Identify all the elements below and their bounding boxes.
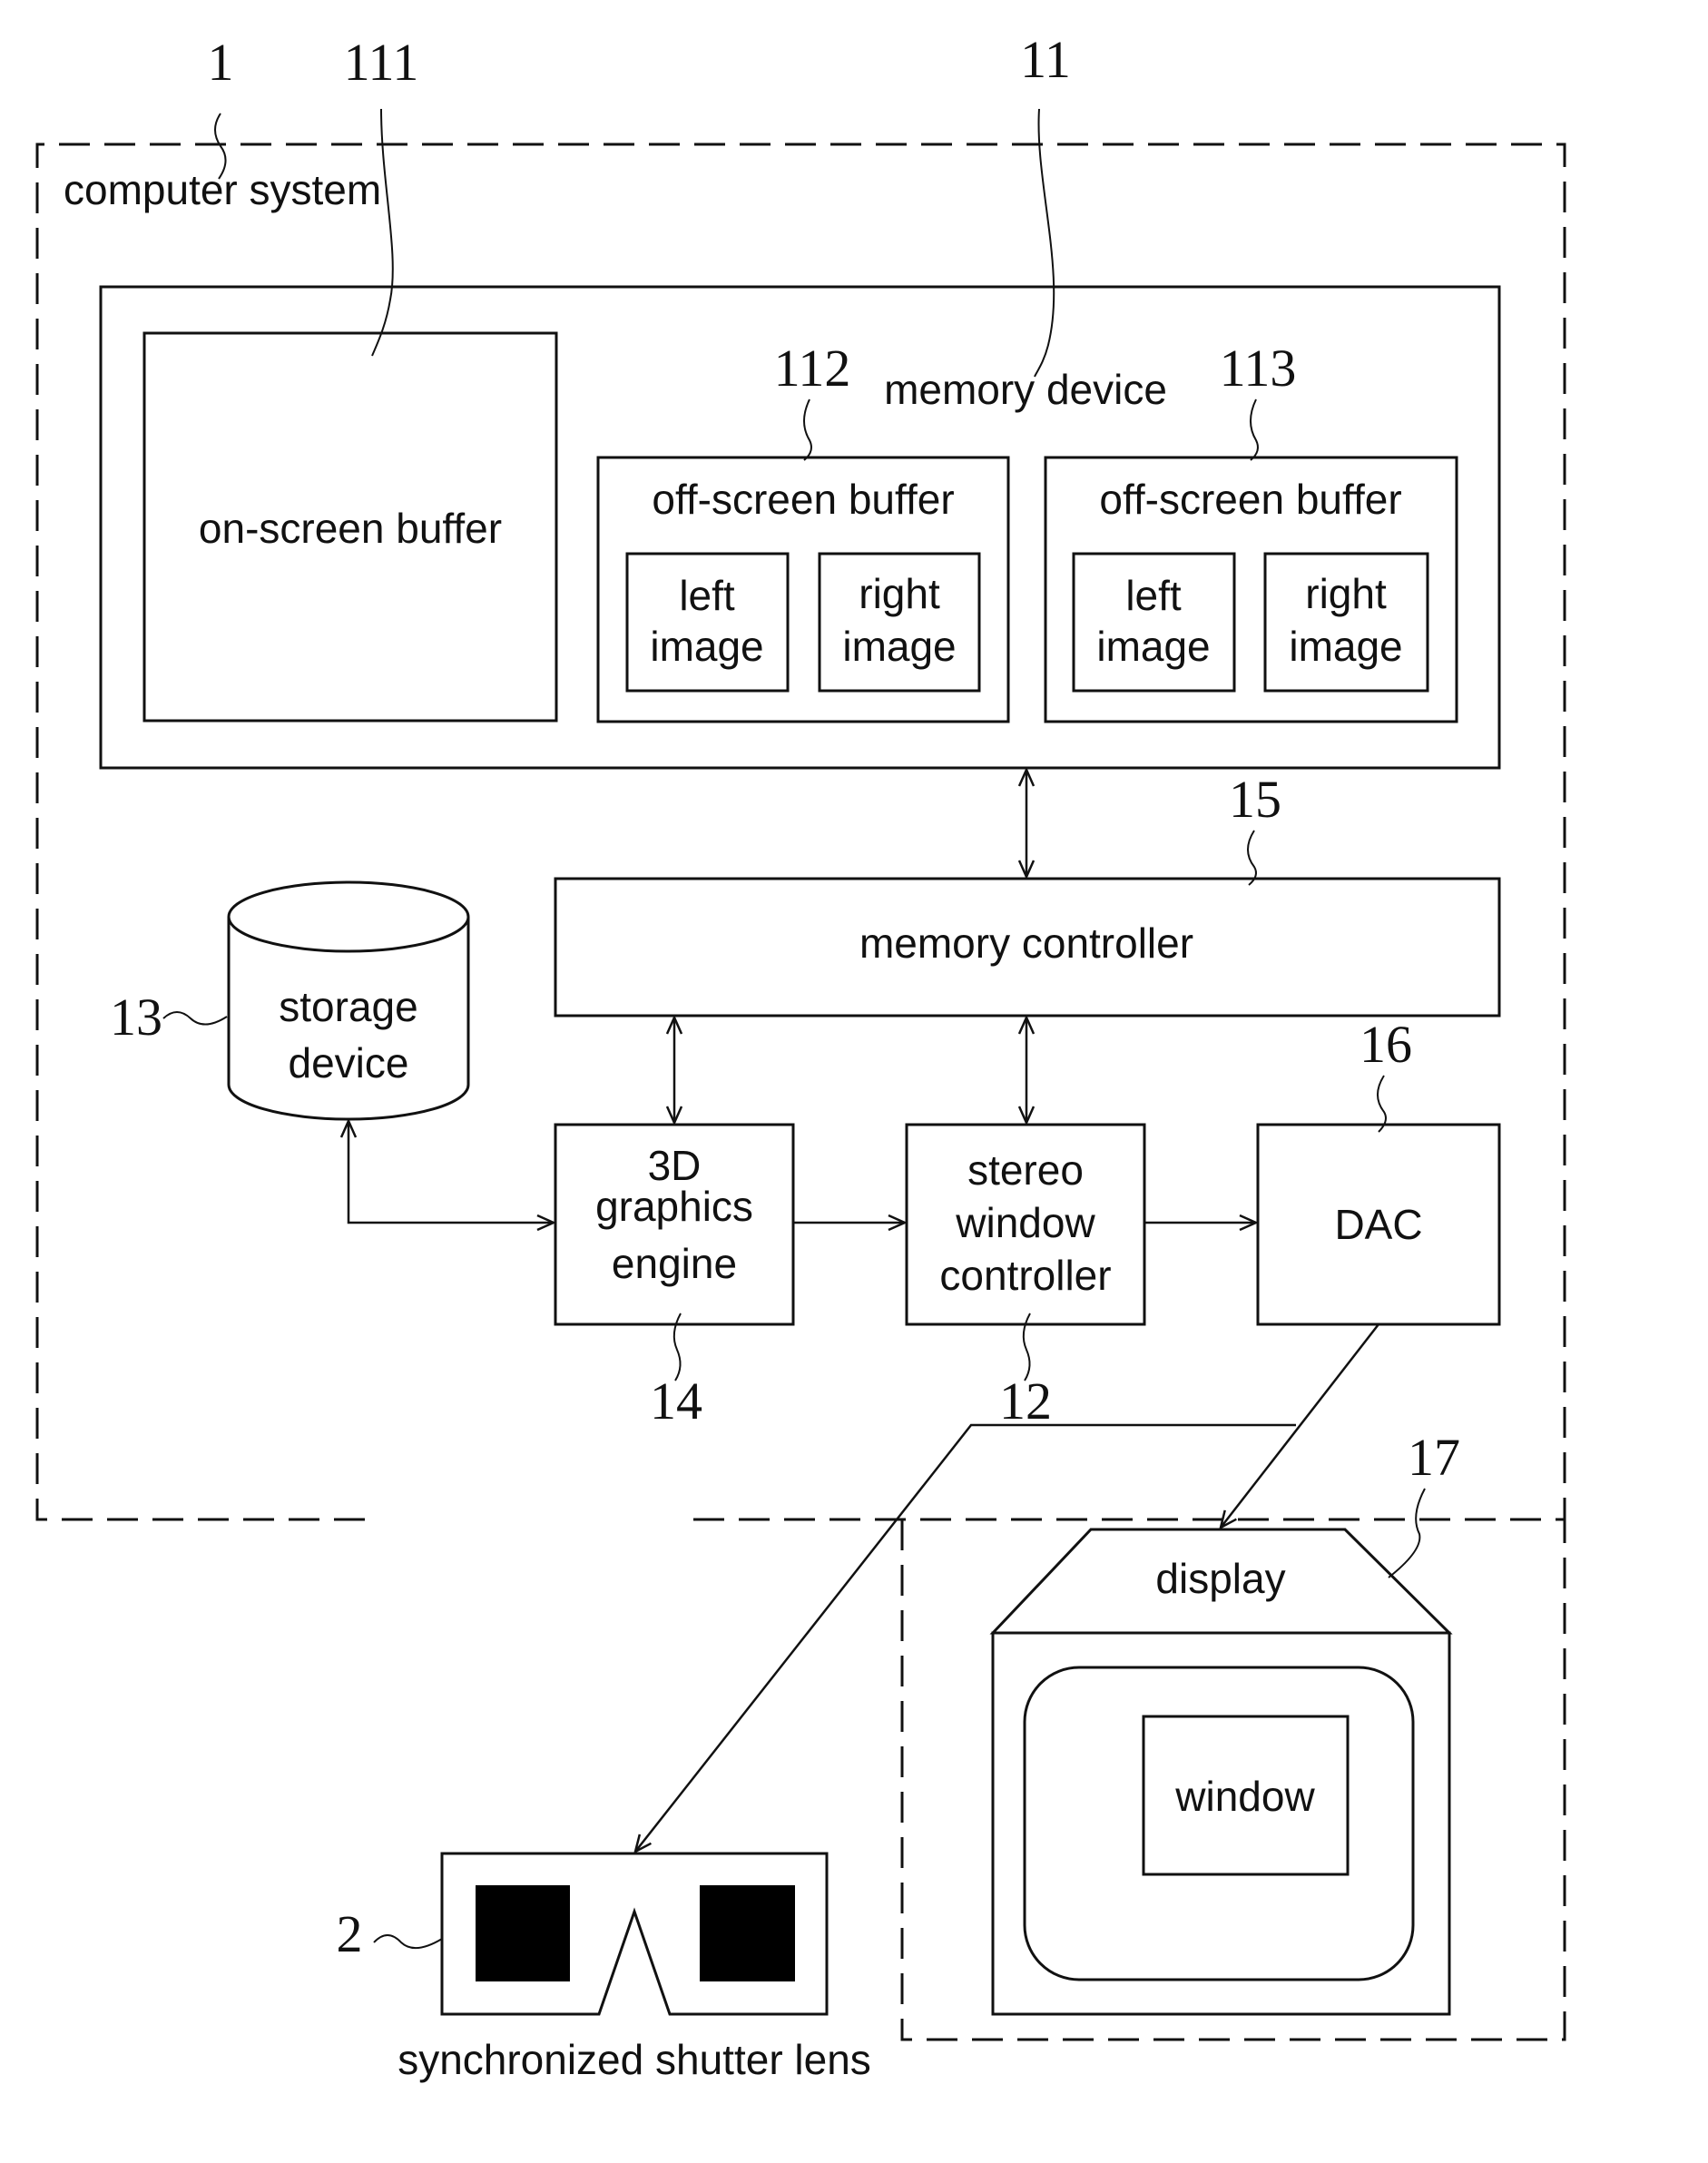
ref-number-1: 1: [208, 33, 234, 92]
dac-label: DAC: [1334, 1201, 1422, 1248]
leader-line-17: [1388, 1488, 1426, 1578]
dac-block: DAC: [1256, 1123, 1501, 1326]
right-lens: [700, 1885, 795, 1981]
off-screen-buffer-112-label: off-screen buffer: [652, 476, 954, 523]
leader-line-2: [373, 1934, 443, 1949]
stereo-window-controller-line1: stereo: [967, 1146, 1084, 1194]
left-image-112-line1: left: [679, 572, 735, 619]
ref-number-111: 111: [344, 33, 419, 92]
ref-number-13: 13: [110, 988, 162, 1047]
left-image-113-line1: left: [1125, 572, 1182, 619]
off-screen-buffer-113-label: off-screen buffer: [1099, 476, 1401, 523]
ref-number-16: 16: [1360, 1015, 1412, 1074]
ref-number-17: 17: [1408, 1428, 1460, 1487]
leader-line-13: [162, 1011, 228, 1026]
ref-number-15: 15: [1229, 770, 1281, 829]
display-block: window display: [989, 1528, 1453, 2016]
leader-line-15: [1247, 830, 1257, 886]
left-image-112-line2: image: [650, 623, 763, 670]
left-image-113-line2: image: [1096, 623, 1210, 670]
block-diagram: 1 computer system memory device 11 on-sc…: [35, 30, 1566, 2083]
memory-controller-block: memory controller: [554, 877, 1501, 1018]
memory-controller-label: memory controller: [859, 919, 1193, 967]
display-label: display: [1155, 1555, 1285, 1602]
shutter-lens-label: synchronized shutter lens: [398, 2036, 871, 2083]
storage-device-line1: storage: [279, 983, 417, 1030]
on-screen-buffer-label: on-screen buffer: [199, 505, 502, 552]
ref-number-2: 2: [337, 1904, 363, 1963]
storage-device-block: storage device: [227, 880, 470, 1121]
computer-system-label: computer system: [64, 166, 381, 213]
graphics-engine-block: 3D graphics engine: [554, 1123, 795, 1326]
arrow-storage-graphics: [348, 1121, 554, 1223]
graphics-engine-line3: engine: [612, 1240, 737, 1287]
on-screen-buffer-block: on-screen buffer: [142, 331, 558, 723]
ref-number-112: 112: [774, 339, 851, 398]
right-image-113-line2: image: [1289, 623, 1402, 670]
stereo-window-controller-block: stereo window controller: [905, 1123, 1146, 1326]
right-image-112-line2: image: [842, 623, 956, 670]
storage-device-line2: device: [289, 1039, 409, 1086]
off-screen-buffer-112-block: off-screen buffer left image right image: [596, 456, 1010, 723]
shutter-lens-block: synchronized shutter lens: [398, 1852, 871, 2083]
window-label: window: [1174, 1773, 1315, 1820]
memory-device-label: memory device: [884, 366, 1167, 413]
ref-number-113: 113: [1220, 339, 1297, 398]
graphics-engine-line2: graphics: [595, 1183, 753, 1230]
ref-number-11: 11: [1020, 30, 1071, 89]
stereo-window-controller-line3: controller: [939, 1252, 1111, 1299]
off-screen-buffer-113-block: off-screen buffer left image right image: [1044, 456, 1458, 723]
right-image-112-line1: right: [859, 570, 940, 617]
left-lens: [476, 1885, 570, 1981]
right-image-113-line1: right: [1305, 570, 1387, 617]
stereo-window-controller-line2: window: [955, 1199, 1095, 1246]
